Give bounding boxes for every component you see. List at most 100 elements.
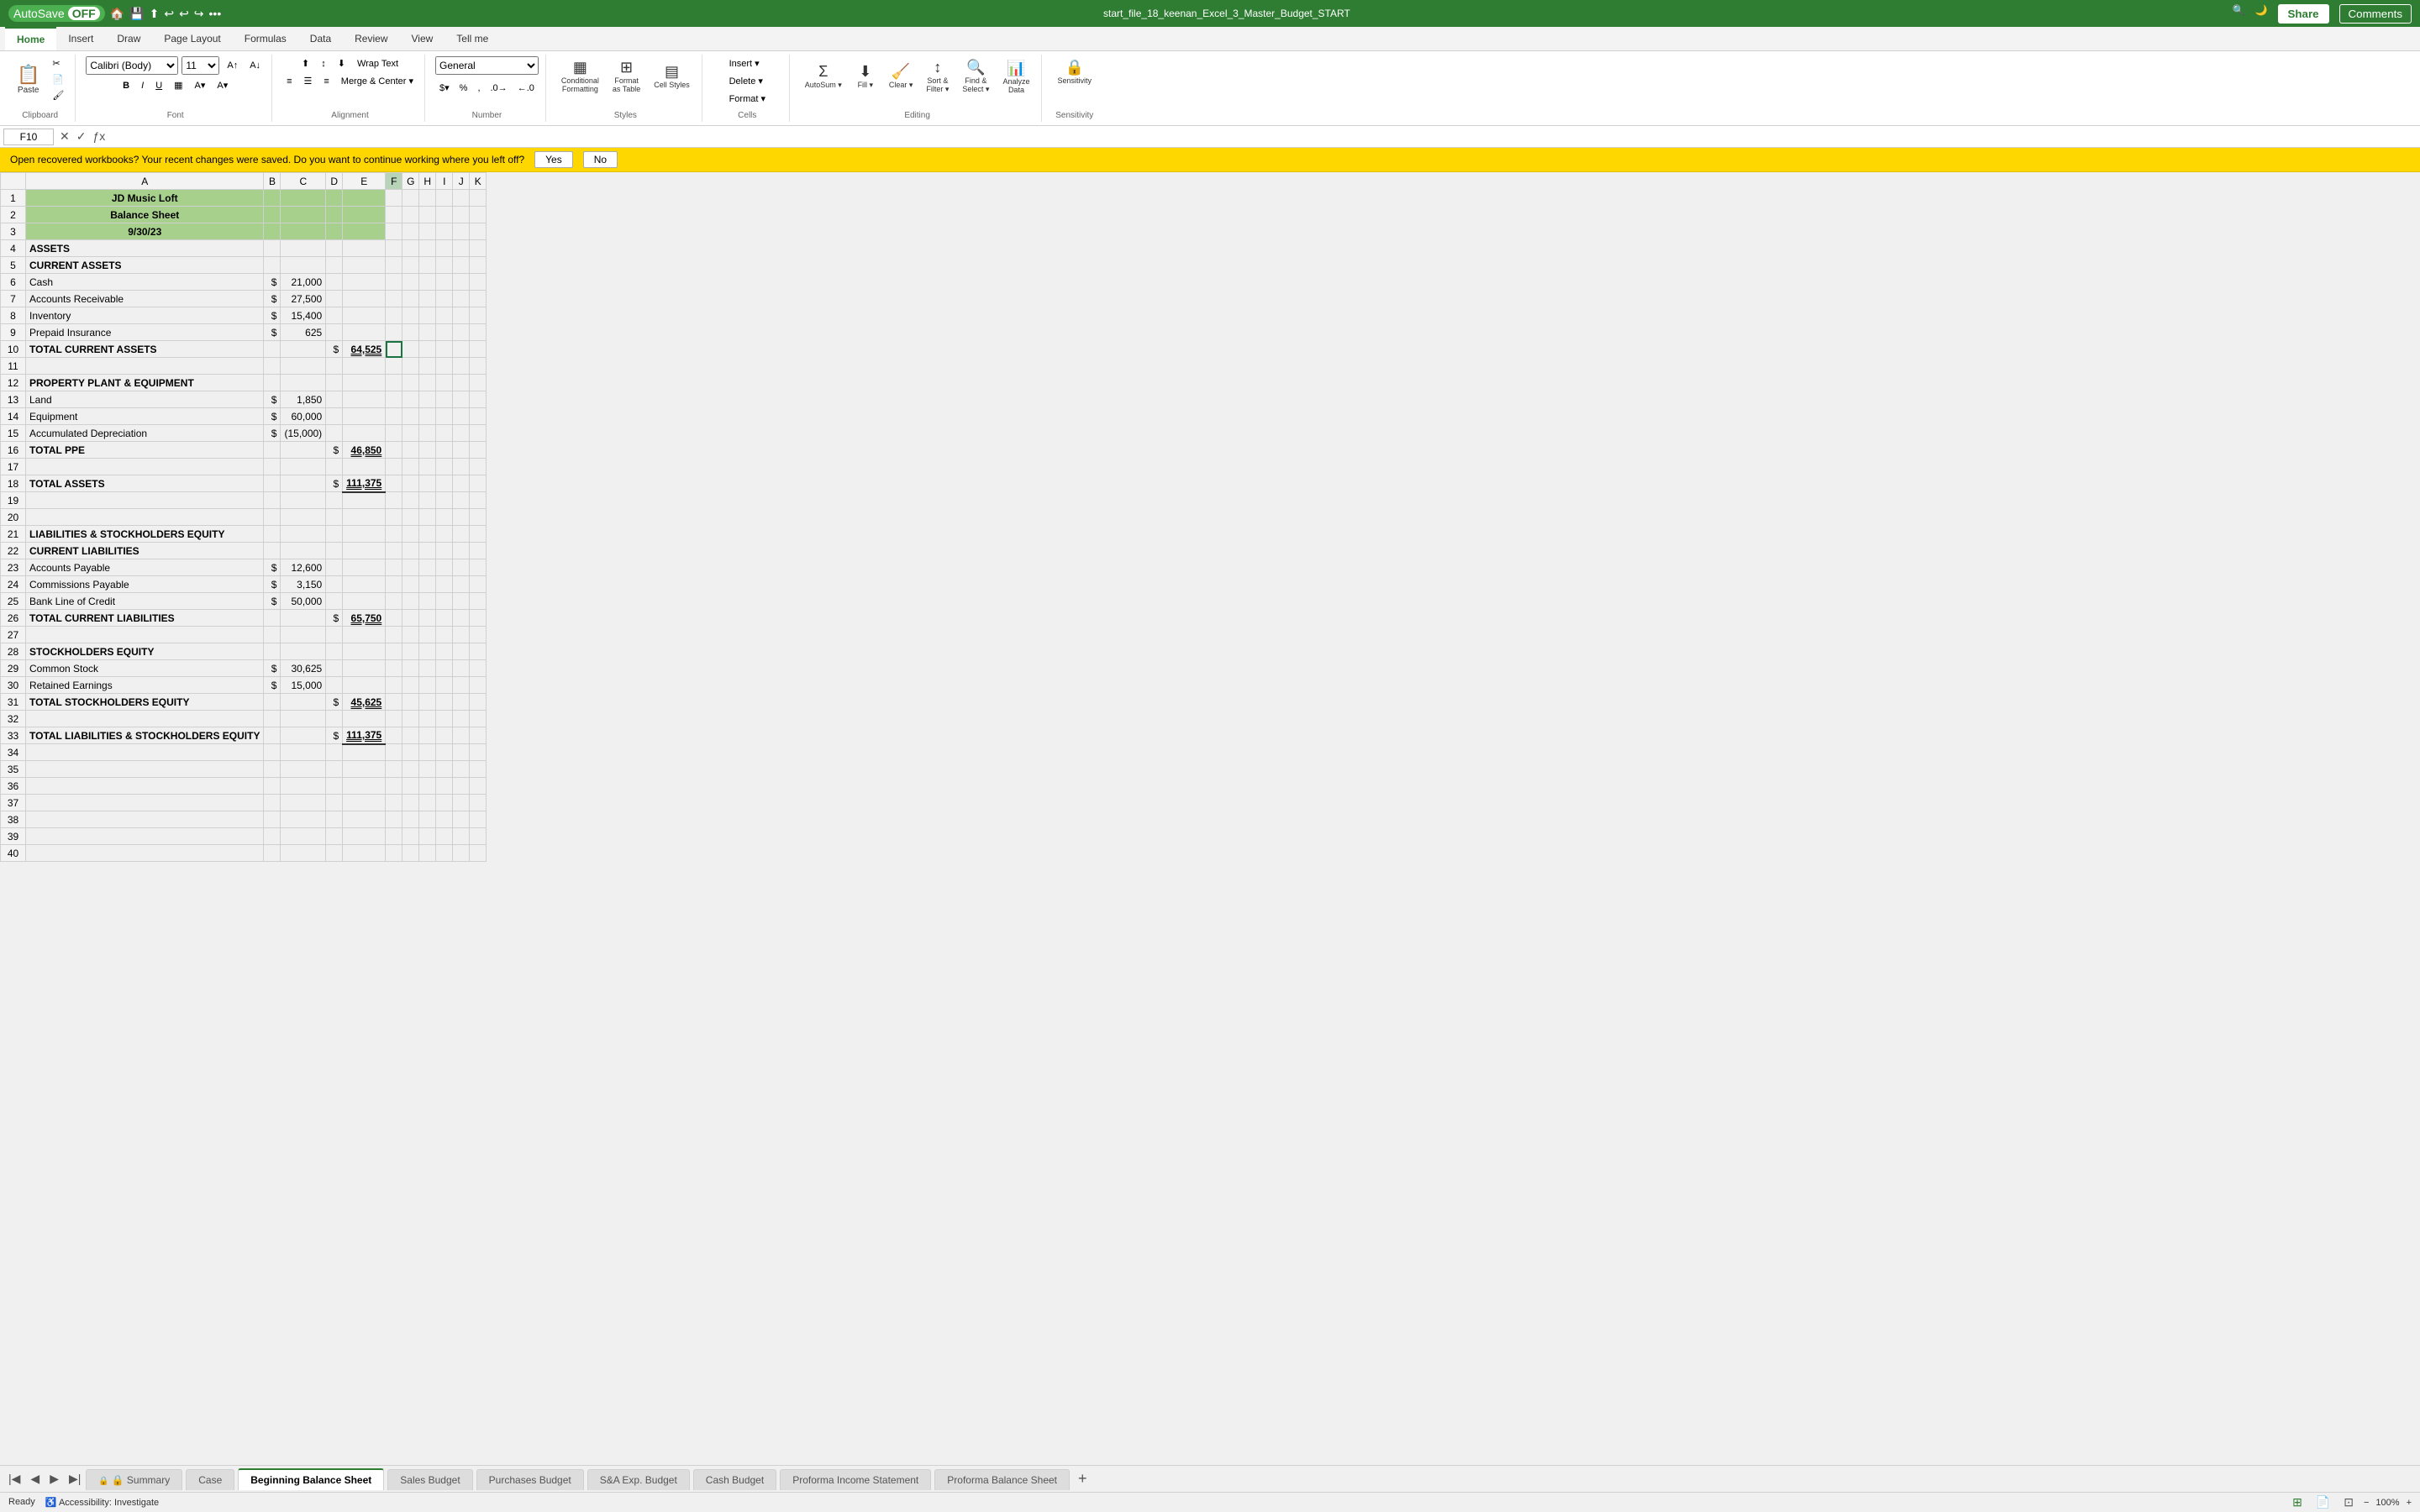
cell-I39[interactable] xyxy=(436,828,453,845)
cell-C27[interactable] xyxy=(281,627,326,643)
cell-K40[interactable] xyxy=(470,845,487,862)
cell-I22[interactable] xyxy=(436,543,453,559)
cell-E37[interactable] xyxy=(343,795,386,811)
cell-B18[interactable] xyxy=(264,475,281,492)
cell-F2[interactable] xyxy=(386,207,402,223)
cell-K11[interactable] xyxy=(470,358,487,375)
cell-K19[interactable] xyxy=(470,492,487,509)
cell-K15[interactable] xyxy=(470,425,487,442)
cell-B40[interactable] xyxy=(264,845,281,862)
cell-G15[interactable] xyxy=(402,425,419,442)
cell-H35[interactable] xyxy=(419,761,436,778)
cell-D20[interactable] xyxy=(326,509,343,526)
row-header[interactable]: 4 xyxy=(1,240,26,257)
col-header-I[interactable]: I xyxy=(436,173,453,190)
row-header[interactable]: 8 xyxy=(1,307,26,324)
cell-I34[interactable] xyxy=(436,744,453,761)
cell-E39[interactable] xyxy=(343,828,386,845)
cell-I29[interactable] xyxy=(436,660,453,677)
cell-A18[interactable]: TOTAL ASSETS xyxy=(26,475,264,492)
cell-F22[interactable] xyxy=(386,543,402,559)
cell-B31[interactable] xyxy=(264,694,281,711)
cell-K20[interactable] xyxy=(470,509,487,526)
cell-K10[interactable] xyxy=(470,341,487,358)
cell-D22[interactable] xyxy=(326,543,343,559)
sheet-tab-proforma-income-statement[interactable]: Proforma Income Statement xyxy=(780,1469,931,1490)
cell-B36[interactable] xyxy=(264,778,281,795)
cell-F12[interactable] xyxy=(386,375,402,391)
cell-I17[interactable] xyxy=(436,459,453,475)
cell-I13[interactable] xyxy=(436,391,453,408)
cell-C34[interactable] xyxy=(281,744,326,761)
cell-B10[interactable] xyxy=(264,341,281,358)
cell-B3[interactable] xyxy=(264,223,281,240)
cell-G26[interactable] xyxy=(402,610,419,627)
cell-B20[interactable] xyxy=(264,509,281,526)
cell-H12[interactable] xyxy=(419,375,436,391)
cell-G27[interactable] xyxy=(402,627,419,643)
cell-J2[interactable] xyxy=(453,207,470,223)
home-icon[interactable]: 🏠 xyxy=(110,7,124,21)
cell-D5[interactable] xyxy=(326,257,343,274)
cell-G20[interactable] xyxy=(402,509,419,526)
cell-K22[interactable] xyxy=(470,543,487,559)
cell-I26[interactable] xyxy=(436,610,453,627)
cell-G35[interactable] xyxy=(402,761,419,778)
row-header[interactable]: 14 xyxy=(1,408,26,425)
cell-G4[interactable] xyxy=(402,240,419,257)
percent-button[interactable]: % xyxy=(455,81,472,95)
autosave-toggle[interactable]: AutoSave OFF xyxy=(8,5,105,22)
cell-I35[interactable] xyxy=(436,761,453,778)
more-icon[interactable]: ••• xyxy=(209,7,222,20)
cell-J10[interactable] xyxy=(453,341,470,358)
autosum-button[interactable]: Σ AutoSum ▾ xyxy=(800,60,847,92)
cell-K12[interactable] xyxy=(470,375,487,391)
cell-B11[interactable] xyxy=(264,358,281,375)
cell-I6[interactable] xyxy=(436,274,453,291)
cell-F26[interactable] xyxy=(386,610,402,627)
cell-J22[interactable] xyxy=(453,543,470,559)
cell-C37[interactable] xyxy=(281,795,326,811)
cell-J31[interactable] xyxy=(453,694,470,711)
row-header[interactable]: 17 xyxy=(1,459,26,475)
col-header-J[interactable]: J xyxy=(453,173,470,190)
cell-F1[interactable] xyxy=(386,190,402,207)
cell-H11[interactable] xyxy=(419,358,436,375)
cell-J17[interactable] xyxy=(453,459,470,475)
cell-E40[interactable] xyxy=(343,845,386,862)
cell-E17[interactable] xyxy=(343,459,386,475)
cell-G16[interactable] xyxy=(402,442,419,459)
tab-home[interactable]: Home xyxy=(5,27,56,50)
cell-B34[interactable] xyxy=(264,744,281,761)
cell-I19[interactable] xyxy=(436,492,453,509)
cell-A15[interactable]: Accumulated Depreciation xyxy=(26,425,264,442)
align-right-button[interactable]: ≡ xyxy=(319,74,333,88)
cell-H4[interactable] xyxy=(419,240,436,257)
cell-G25[interactable] xyxy=(402,593,419,610)
cell-D31[interactable]: $ xyxy=(326,694,343,711)
cell-H25[interactable] xyxy=(419,593,436,610)
sheet-tab-sales-budget[interactable]: Sales Budget xyxy=(387,1469,472,1490)
cell-styles-button[interactable]: ▤ Cell Styles xyxy=(649,60,695,92)
cell-E1[interactable] xyxy=(343,190,386,207)
cell-A10[interactable]: TOTAL CURRENT ASSETS xyxy=(26,341,264,358)
cell-J29[interactable] xyxy=(453,660,470,677)
cell-G17[interactable] xyxy=(402,459,419,475)
sheet-nav-next[interactable]: ▶ xyxy=(45,1468,64,1489)
share-button[interactable]: Share xyxy=(2278,4,2329,24)
cell-I11[interactable] xyxy=(436,358,453,375)
cell-J35[interactable] xyxy=(453,761,470,778)
cell-C32[interactable] xyxy=(281,711,326,727)
cell-G36[interactable] xyxy=(402,778,419,795)
row-header[interactable]: 20 xyxy=(1,509,26,526)
cell-C25[interactable]: 50,000 xyxy=(281,593,326,610)
cell-D36[interactable] xyxy=(326,778,343,795)
cell-E35[interactable] xyxy=(343,761,386,778)
cell-G40[interactable] xyxy=(402,845,419,862)
cell-K30[interactable] xyxy=(470,677,487,694)
cell-A5[interactable]: CURRENT ASSETS xyxy=(26,257,264,274)
cell-K37[interactable] xyxy=(470,795,487,811)
cell-G9[interactable] xyxy=(402,324,419,341)
cell-E13[interactable] xyxy=(343,391,386,408)
row-header[interactable]: 28 xyxy=(1,643,26,660)
